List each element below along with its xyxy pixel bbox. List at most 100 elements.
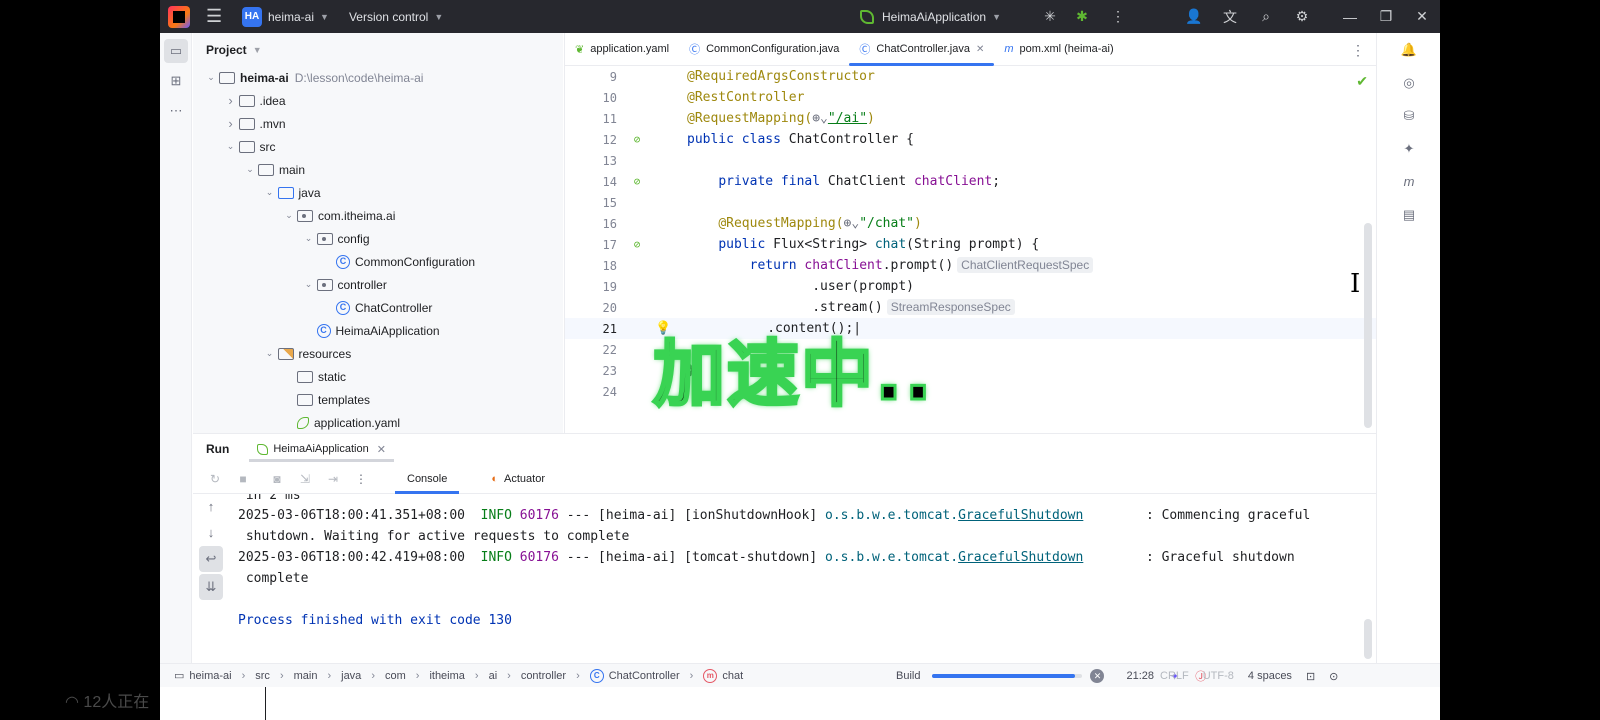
stop-icon[interactable]: ■ [229, 472, 257, 486]
chevron-down-icon[interactable]: ⌄ [242, 164, 258, 175]
tab-pom-xml[interactable]: m pom.xml (heima-ai) [994, 33, 1123, 66]
tab-application-yaml[interactable]: ❦ application.yaml [565, 33, 679, 66]
tree-item[interactable]: ⌄ java [262, 181, 321, 204]
chevron-down-icon[interactable]: ⌄ [203, 72, 219, 83]
spring-bean-gutter-icon[interactable]: ⊘ [627, 133, 647, 146]
main-menu-icon[interactable]: ☰ [206, 6, 230, 27]
chevron-down-icon[interactable]: ⌄ [262, 348, 278, 359]
scroll-up-icon[interactable]: ↑ [193, 494, 229, 520]
tree-item[interactable]: › .idea [223, 89, 285, 112]
spring-bean-gutter-icon[interactable]: ⊘ [627, 175, 647, 188]
editor-scrollbar[interactable] [1364, 223, 1372, 428]
scroll-down-icon[interactable]: ↓ [193, 520, 229, 546]
close-icon[interactable]: ✕ [1404, 8, 1440, 25]
tree-item[interactable]: ⌄ heima-ai D:\lesson\code\heima-ai [203, 66, 423, 89]
console-scrollbar[interactable] [1364, 619, 1372, 659]
export-icon[interactable]: ⇥ [319, 472, 347, 486]
tab-chat-controller[interactable]: Ⓒ ChatController.java ✕ [849, 33, 995, 66]
tab-options-icon[interactable]: ⋮ [1351, 42, 1365, 59]
chevron-down-icon[interactable]: ▼ [434, 12, 443, 22]
tree-item[interactable]: C HeimaAiApplication [301, 319, 440, 342]
breadcrumb-item[interactable]: src [255, 670, 270, 682]
chevron-down-icon[interactable]: ▼ [992, 12, 1001, 22]
cancel-build-icon[interactable]: ✕ [1090, 669, 1105, 683]
project-panel-header[interactable]: Project ▼ [193, 33, 563, 66]
tree-item[interactable]: ⌄ src [223, 135, 276, 158]
tree-item[interactable]: › .mvn [223, 112, 285, 135]
tree-item[interactable]: ⌄ resources [262, 342, 351, 365]
database-icon[interactable]: ⛁ [1393, 99, 1425, 132]
intellij-logo-icon[interactable] [168, 5, 190, 28]
tree-item[interactable]: application.yaml [281, 411, 400, 433]
tree-item[interactable]: ⌄ com.itheima.ai [281, 204, 395, 227]
chevron-down-icon[interactable]: ⌄ [262, 187, 278, 198]
breadcrumb-item[interactable]: ai [489, 670, 498, 682]
project-switcher[interactable]: heima-ai [268, 10, 314, 24]
indent-setting[interactable]: 4 spaces [1248, 670, 1292, 682]
line-separator[interactable]: CRLF [1160, 670, 1189, 682]
tree-item[interactable]: templates [281, 388, 370, 411]
readonly-toggle-icon[interactable]: ⊡ [1306, 670, 1315, 683]
structure-tool-icon[interactable]: ⊞ [164, 69, 188, 93]
tree-item[interactable]: static [281, 365, 346, 388]
chevron-down-icon[interactable]: ⌄ [281, 210, 297, 221]
more-actions-icon[interactable]: ⋮ [347, 472, 375, 486]
tree-item[interactable]: ⌄ main [242, 158, 305, 181]
settings-gear-icon[interactable]: ⚙ [1284, 8, 1320, 25]
close-tab-icon[interactable]: ✕ [976, 44, 984, 55]
breadcrumb-item[interactable]: controller [521, 670, 566, 682]
tab-console[interactable]: Console [395, 464, 460, 494]
bookmarks-icon[interactable]: ▤ [1393, 198, 1425, 231]
chevron-down-icon[interactable]: ⌄ [223, 141, 239, 152]
breadcrumb-item[interactable]: main [294, 670, 318, 682]
search-icon[interactable]: ⌕ [1248, 8, 1284, 25]
scroll-to-end-icon[interactable]: ⇊ [199, 574, 223, 600]
tree-item[interactable]: ⌄ controller [301, 273, 387, 296]
chevron-right-icon[interactable]: › [223, 93, 239, 108]
project-tool-icon[interactable]: ▭ [164, 39, 188, 63]
close-tab-icon[interactable]: ✕ [377, 443, 386, 456]
breadcrumb-item[interactable]: itheima [429, 670, 464, 682]
chevron-down-icon[interactable]: ▼ [253, 45, 262, 55]
console-output[interactable]: in 2 ms 2025-03-06T18:00:41.351+08:00 IN… [238, 494, 1358, 662]
more-actions-icon[interactable]: ⋮ [1100, 8, 1136, 25]
chevron-right-icon[interactable]: › [223, 116, 239, 131]
file-encoding[interactable]: UTF-8 [1203, 670, 1234, 682]
tree-item[interactable]: C ChatController [320, 296, 432, 319]
plugin-icon[interactable]: ✦ [1393, 132, 1425, 165]
soft-wrap-icon[interactable]: ↩ [199, 546, 223, 572]
endpoint-gutter-icon[interactable]: ⊘ [627, 238, 647, 251]
no-problems-check-icon[interactable]: ✔ [1356, 73, 1368, 90]
run-config-selector[interactable]: HeimaAiApplication ▼ [860, 0, 1001, 33]
tree-item[interactable]: ⌄ config [301, 227, 370, 250]
tree-item[interactable]: C CommonConfiguration [320, 250, 475, 273]
more-tools-icon[interactable]: ⋯ [164, 99, 188, 123]
breadcrumb-item[interactable]: ChatController [609, 670, 680, 682]
restore-layout-icon[interactable]: ⇲ [291, 472, 319, 486]
version-control-menu[interactable]: Version control [349, 10, 428, 24]
chevron-down-icon[interactable]: ⌄ [301, 279, 317, 290]
tab-actuator[interactable]: ◐ Actuator [479, 464, 557, 494]
maven-icon[interactable]: m [1393, 165, 1425, 198]
project-badge[interactable]: HA [242, 6, 262, 27]
memory-indicator-icon[interactable]: ⊙ [1329, 670, 1338, 683]
breadcrumb-item[interactable]: com [385, 670, 406, 682]
notifications-icon[interactable]: 🔔 [1393, 33, 1425, 66]
breadcrumb-item[interactable]: java [341, 670, 361, 682]
chevron-down-icon[interactable]: ▼ [320, 12, 329, 22]
debug-icon[interactable]: ✱ [1064, 8, 1100, 25]
add-user-icon[interactable]: 👤 [1176, 8, 1212, 25]
restore-icon[interactable]: ❐ [1368, 8, 1404, 25]
chevron-down-icon[interactable]: ⌄ [301, 233, 317, 244]
breadcrumb-item[interactable]: chat [722, 670, 743, 682]
breadcrumb-item[interactable]: heima-ai [189, 670, 231, 682]
globe-icon[interactable]: ⊕⌄ [844, 216, 860, 231]
screenshot-icon[interactable]: ◙ [263, 472, 291, 486]
translate-icon[interactable]: 文 [1212, 7, 1248, 27]
rerun-icon[interactable]: ↻ [201, 472, 229, 486]
globe-icon[interactable]: ⊕⌄ [812, 111, 828, 126]
ai-assistant-icon[interactable]: ◎ [1393, 66, 1425, 99]
tab-common-configuration[interactable]: Ⓒ CommonConfiguration.java [679, 33, 849, 66]
run-config-tab[interactable]: HeimaAiApplication ✕ [249, 434, 394, 464]
cursor-position[interactable]: 21:28 [1126, 670, 1154, 682]
